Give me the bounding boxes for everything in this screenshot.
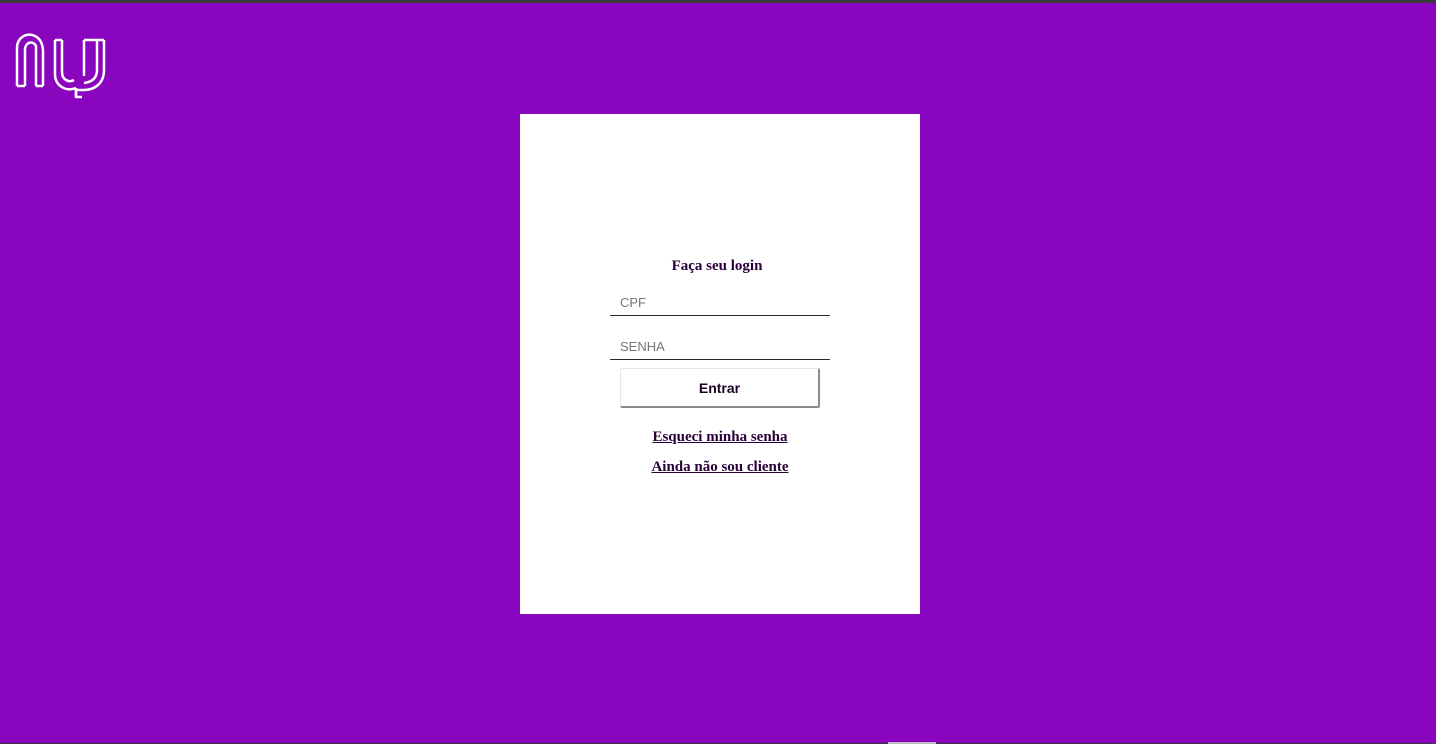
entrar-button[interactable]: Entrar bbox=[620, 368, 820, 408]
not-client-link[interactable]: Ainda não sou cliente bbox=[520, 459, 920, 476]
nubank-logo bbox=[14, 28, 108, 100]
forgot-password-link[interactable]: Esqueci minha senha bbox=[520, 429, 920, 446]
login-card: Faça seu login Entrar Esqueci minha senh… bbox=[520, 114, 920, 614]
senha-input[interactable] bbox=[610, 334, 830, 360]
nu-logo-icon bbox=[15, 33, 106, 99]
login-title: Faça seu login bbox=[671, 258, 763, 274]
cpf-input[interactable] bbox=[610, 290, 830, 316]
window-top-border bbox=[0, 0, 1436, 3]
